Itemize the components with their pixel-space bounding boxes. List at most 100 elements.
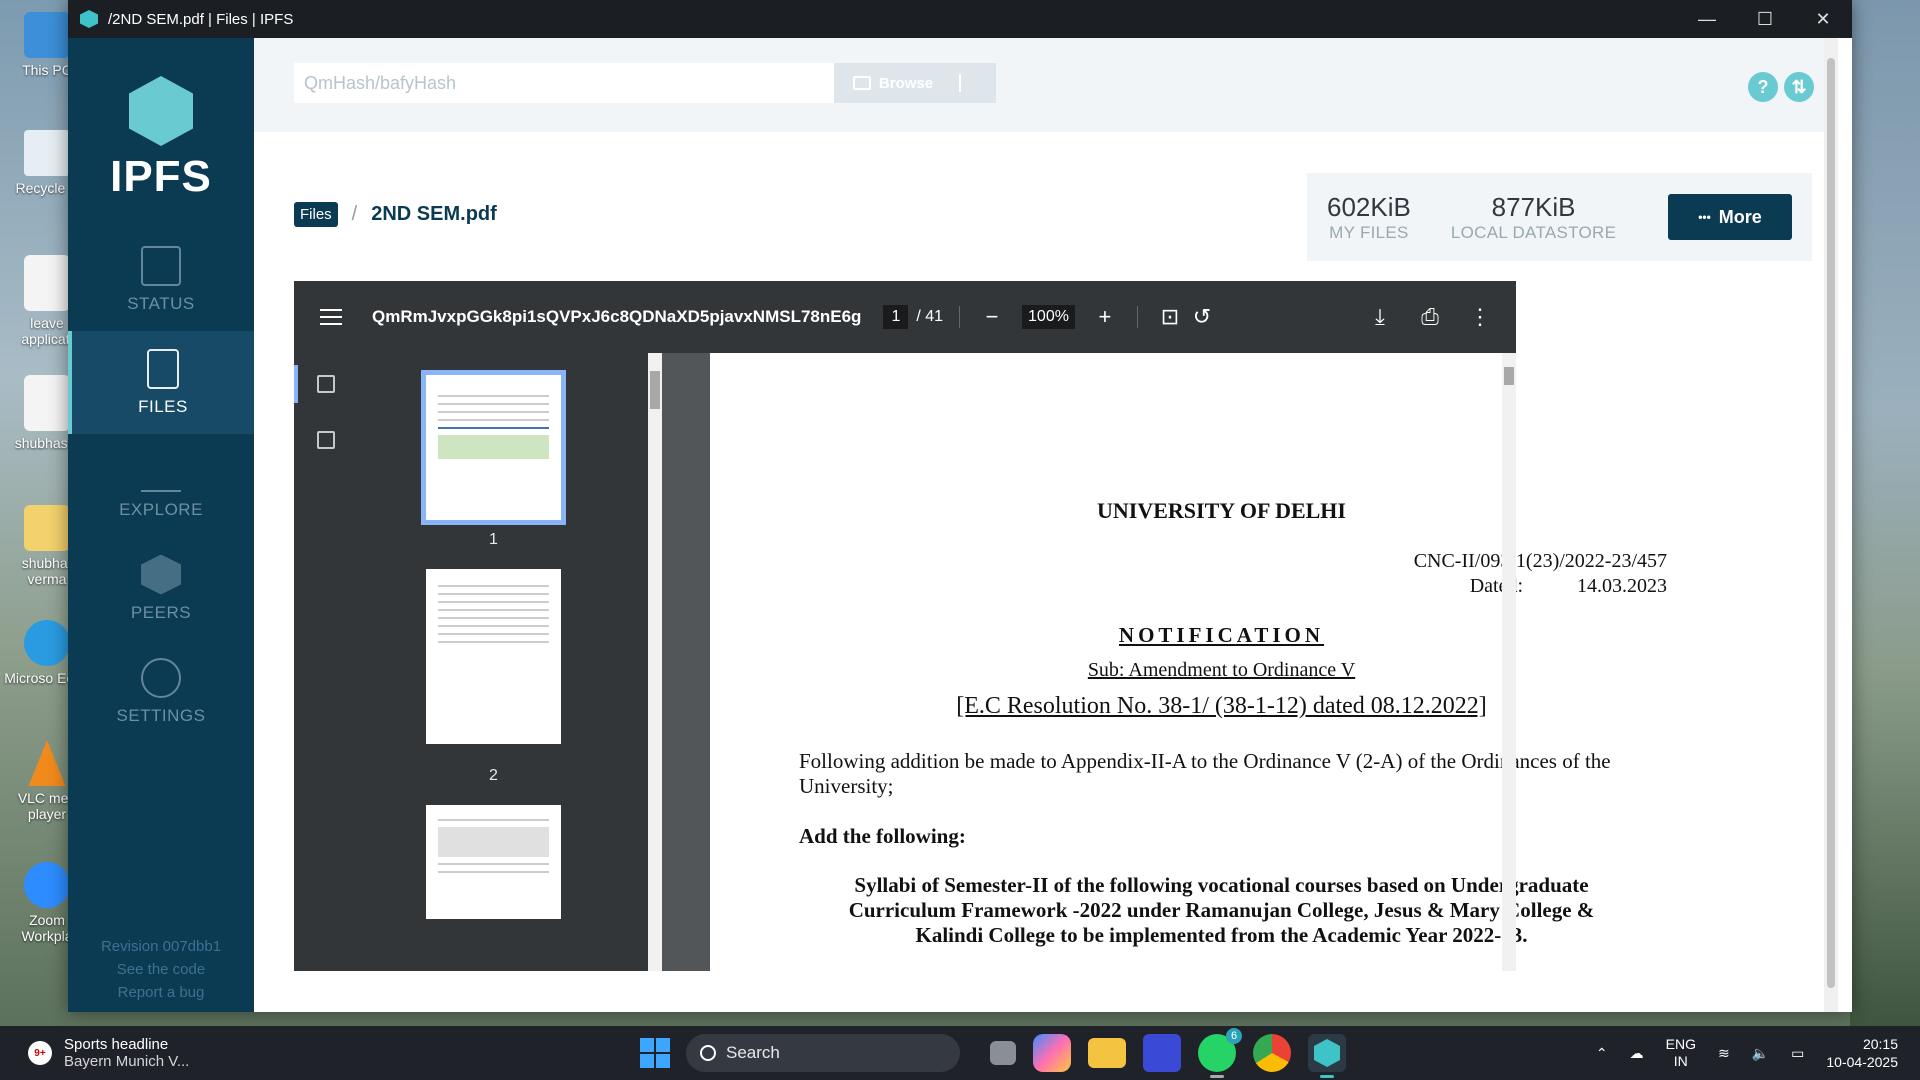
start-button[interactable] [640,1038,670,1068]
scrollbar-thumb[interactable] [1827,58,1835,988]
thumbnail-text-line [438,633,549,635]
page-scrollbar[interactable] [1502,353,1516,971]
lang-line-1: ENG [1665,1036,1696,1052]
download-icon[interactable]: ⤓ [1364,304,1396,330]
subject-line: Sub: Amendment to Ordinance V [1087,659,1356,681]
file-explorer-icon[interactable] [1088,1038,1126,1068]
document-icon [24,375,70,431]
wifi-icon[interactable]: ≋ [1718,1045,1730,1062]
help-button[interactable]: ? [1748,72,1778,102]
reference-number: CNC-II/093/1(23)/2022-23/457 [1413,550,1667,572]
revision-link[interactable]: Revision 007dbb1 [68,935,254,958]
thumbnail-text-line [438,863,549,865]
desktop-icon-label: shubhar verma [21,555,73,587]
pdf-toolbar: QmRmJvxpGGk8pi1sQVPxJ6c8QDNaXD5pjavxNMSL… [294,281,1516,353]
sidebar-item-label: EXPLORE [119,499,203,519]
sync-button[interactable]: ⇅ [1784,72,1814,102]
maximize-button[interactable]: ☐ [1736,0,1794,38]
files-icon [147,348,179,389]
see-code-link[interactable]: See the code [68,958,254,981]
hash-search-input[interactable] [294,63,834,103]
thumbnail-text-line [438,601,549,603]
clock[interactable]: 20:15 10-04-2025 [1826,1035,1898,1071]
whatsapp-badge: 6 [1226,1028,1242,1044]
chrome-icon[interactable] [1253,1034,1291,1072]
zoom-input[interactable]: 100% [1022,305,1075,329]
ipfs-taskbar-icon[interactable] [1308,1034,1346,1078]
page-thumbnail-1[interactable] [421,370,566,525]
my-files-label: MY FILES [1329,222,1409,242]
sidebar-item-files[interactable]: FILES [68,331,254,434]
thumbnail-text-line [438,617,549,619]
breadcrumb-current[interactable]: 2ND SEM.pdf [371,203,497,226]
main-scrollbar[interactable] [1824,38,1838,1012]
page-thumbnail-3[interactable] [426,805,561,919]
thumbnail-scrollbar[interactable] [648,353,662,971]
breadcrumb-files[interactable]: Files [294,202,338,227]
thumbnail-text-line [438,593,549,595]
browse-button[interactable]: Browse [834,63,996,103]
sidebar-item-status[interactable]: STATUS [68,228,254,331]
page-heading: UNIVERSITY OF DELHI [1097,498,1346,523]
windows-logo-tile [640,1054,654,1068]
zoom-in-icon[interactable]: + [1089,304,1121,330]
whatsapp-icon[interactable]: 6 [1198,1028,1242,1078]
battery-icon[interactable]: ▭ [1791,1045,1804,1062]
reference-block: CNC-II/093/1(23)/2022-23/457 Dated: 14.0… [1414,549,1667,599]
sidebar-item-label: STATUS [127,293,195,313]
sidebar-footer: Revision 007dbb1 See the code Report a b… [68,935,254,1004]
zoom-out-icon[interactable]: − [976,304,1008,330]
thumbnail-view-icon[interactable] [317,375,335,393]
sidebar-item-peers[interactable]: PEERS [68,537,254,640]
copilot-icon[interactable] [1033,1034,1071,1072]
wallpaper-scenery [1850,0,1920,1026]
rotate-icon[interactable]: ↺ [1186,304,1218,330]
more-vert-icon[interactable]: ⋮ [1464,304,1496,330]
scrollbar-thumb[interactable] [650,371,660,409]
page-total: / 41 [916,308,944,325]
thumbnail-number: 1 [489,531,498,548]
volume-icon[interactable]: 🔈 [1752,1045,1769,1062]
ipfs-logo[interactable]: IPFS [68,76,254,202]
vscode-like-icon[interactable] [1143,1034,1181,1072]
onedrive-cloud-icon[interactable]: ☁ [1630,1045,1644,1062]
window-controls: — ☐ ✕ [1678,0,1852,38]
sidebar-item-settings[interactable]: SETTINGS [68,640,254,743]
window-titlebar[interactable]: /2ND SEM.pdf | Files | IPFS — ☐ ✕ [68,0,1852,38]
chevron-up-icon[interactable]: ⌃ [1596,1045,1608,1062]
peers-cube-icon [141,554,181,595]
ipfs-cube-icon [1314,1039,1340,1067]
thumbnail-text-line [438,609,549,611]
close-button[interactable]: ✕ [1794,0,1852,38]
report-bug-link[interactable]: Report a bug [68,981,254,1004]
logo-text: IPFS [110,152,212,201]
thumbnail-number: 2 [489,767,498,784]
windows-logo-tile [656,1038,670,1052]
page-thumbnail-2[interactable] [426,569,561,744]
more-button[interactable]: ••• More [1668,194,1792,240]
add-following: Add the following: [799,824,966,848]
taskbar-search[interactable]: Search [686,1034,960,1072]
news-title: Sports headline [64,1036,169,1053]
outline-view-icon[interactable] [317,431,335,449]
task-view-icon[interactable] [990,1041,1016,1065]
lang-line-2: IN [1673,1053,1688,1069]
scrollbar-thumb[interactable] [1504,367,1514,385]
zoom-icon [24,862,70,908]
thumbnail-text-line [438,403,549,405]
body-paragraph: Following addition be made to Appendix-I… [799,749,1611,798]
sidebar-item-explore[interactable]: EXPLORE [68,434,254,537]
language-indicator[interactable]: ENG IN [1666,1036,1696,1070]
print-icon[interactable]: ⎙ [1414,304,1446,330]
clock-date: 10-04-2025 [1826,1054,1898,1070]
thumbnail-sidebar: 1 2 [294,353,662,971]
minimize-button[interactable]: — [1678,0,1736,38]
toolbar-divider [1136,306,1138,328]
resolution-line: [E.C Resolution No. 38-1/ (38-1-12) date… [956,693,1487,719]
page-number-input[interactable]: 1 [883,305,909,329]
news-widget[interactable]: 9+ Sports headline Bayern Munich V... [28,1036,328,1070]
sidebar-nav: STATUS FILES EXPLORE PEERS SETTINGS [68,228,254,743]
fit-page-icon[interactable]: ⊡ [1154,304,1186,330]
menu-icon[interactable] [320,309,342,325]
datastore-value: 877KiB [1491,191,1576,222]
